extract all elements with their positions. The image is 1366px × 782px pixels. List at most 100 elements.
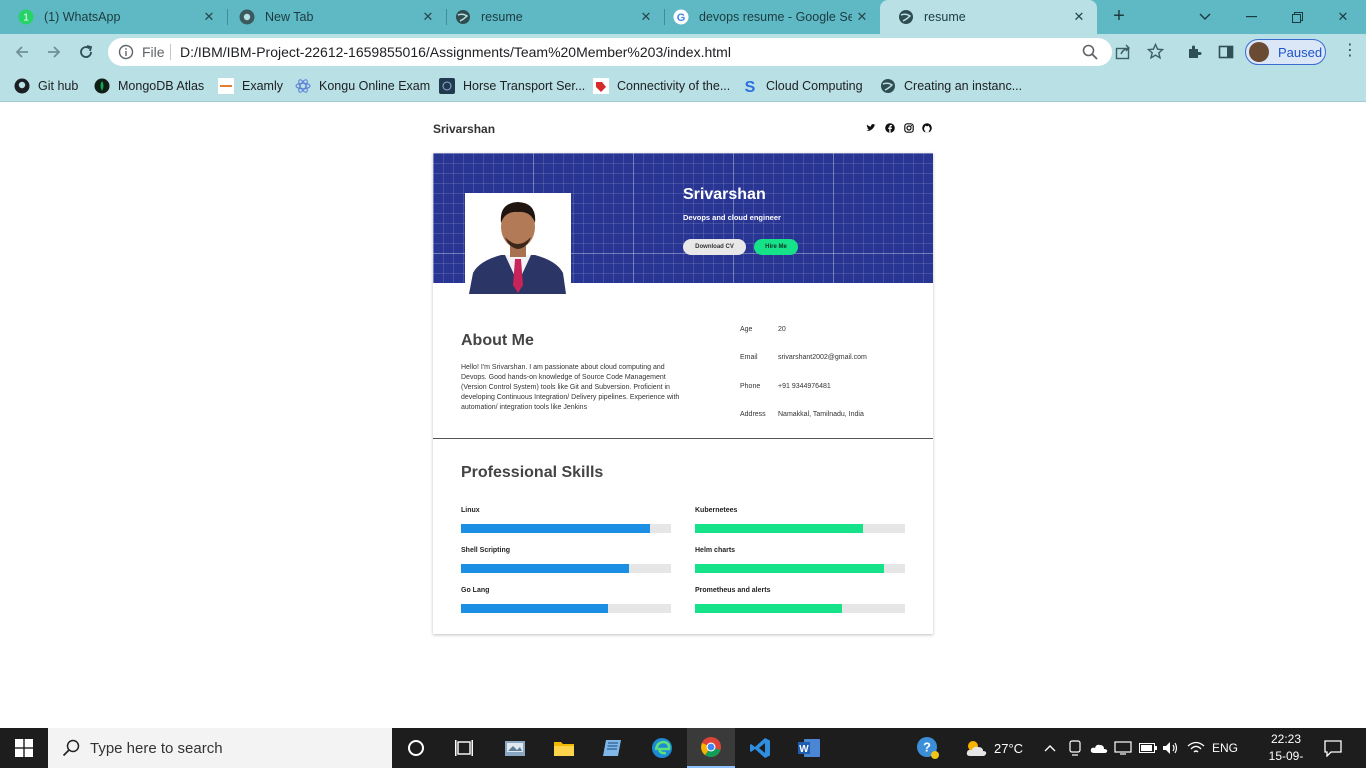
puzzle-icon [593,78,609,94]
facebook-icon[interactable] [885,123,895,133]
zoom-search-icon[interactable] [1082,44,1098,65]
new-tab-button[interactable]: + [1108,6,1130,28]
file-explorer-icon[interactable] [540,728,588,768]
bookmark-kongu[interactable]: Kongu Online Exam [295,77,430,95]
profile-status: Paused [1278,44,1323,60]
info-value-phone: +91 9344976481 [778,383,831,390]
help-icon[interactable]: ? [916,728,940,768]
skill-bar-fill [461,524,650,533]
reload-button[interactable] [72,38,100,66]
react-icon [295,78,311,94]
site-name[interactable]: Srivarshan [433,122,495,136]
github-icon [14,78,30,94]
close-window-button[interactable]: ✕ [1320,0,1366,34]
bookmark-github[interactable]: Git hub [14,77,78,95]
twitter-icon[interactable] [866,123,876,133]
chrome-taskbar-icon[interactable] [687,728,735,768]
task-view-icon[interactable] [440,728,488,768]
bookmark-label: Horse Transport Ser... [463,79,586,93]
restore-button[interactable] [1274,0,1320,34]
bookmarks-bar: Git hub MongoDB Atlas Examly Kongu Onlin… [0,70,1366,102]
meet-now-icon[interactable] [1068,728,1082,768]
weather-widget[interactable]: 27°C [964,728,1023,768]
info-label-address: Address [740,411,766,418]
volume-icon[interactable] [1162,728,1180,768]
vscode-icon[interactable] [736,728,784,768]
wifi-icon[interactable] [1187,728,1205,768]
language-indicator[interactable]: ENG [1212,728,1238,768]
tab-resume[interactable]: resume ✕ [437,0,664,34]
skill-label: Helm charts [695,547,736,554]
display-icon[interactable] [1114,728,1132,768]
svg-text:S: S [745,79,756,94]
bookmark-examly[interactable]: Examly [218,77,283,95]
info-value-email: srivarshant2002@gmail.com [778,354,867,361]
tab-whatsapp[interactable]: 1 (1) WhatsApp ✕ [0,0,227,34]
tab-search-icon[interactable] [1182,0,1228,34]
bookmark-connectivity[interactable]: Connectivity of the... [593,77,730,95]
share-icon[interactable] [1115,44,1131,65]
address-bar[interactable]: File D:/IBM/IBM-Project-22612-1659855016… [108,38,1112,66]
skill-bar [695,604,905,613]
resume-card: Srivarshan Devops and cloud engineer Dow… [433,153,933,634]
download-cv-button[interactable]: Download CV [683,239,746,255]
google-icon: G [673,9,689,25]
bookmark-mongodb[interactable]: MongoDB Atlas [94,77,204,95]
start-button[interactable] [0,728,48,768]
edge-icon[interactable] [638,728,686,768]
menu-icon[interactable]: ⋮ [1342,43,1358,59]
bookmark-star-icon[interactable] [1146,42,1165,65]
side-panel-icon[interactable] [1218,44,1234,65]
skill-label: Shell Scripting [461,547,511,554]
close-tab-icon[interactable]: ✕ [636,9,656,25]
tab-new-tab[interactable]: New Tab ✕ [221,0,446,34]
tab-title: (1) WhatsApp [44,10,121,24]
chrome-icon [239,9,255,25]
whatsapp-icon: 1 [18,9,34,25]
tab-google-search[interactable]: G devops resume - Google Sea ✕ [655,0,880,34]
notifications-icon[interactable] [1324,728,1342,768]
close-tab-icon[interactable]: ✕ [1069,9,1089,25]
close-tab-icon[interactable]: ✕ [199,9,219,25]
tray-chevron-icon[interactable] [1044,728,1056,768]
tab-resume-active[interactable]: resume ✕ [880,0,1097,34]
web-page: Srivarshan Srivarshan Devops and cloud e… [0,103,1366,728]
notes-app-icon[interactable] [588,728,636,768]
photos-app-icon[interactable] [491,728,539,768]
skills-heading: Professional Skills [461,464,604,481]
cortana-icon[interactable] [392,728,440,768]
bookmark-label: Cloud Computing [766,79,863,93]
info-icon[interactable] [118,44,134,65]
url-text[interactable]: D:/IBM/IBM-Project-22612-1659855016/Assi… [180,44,731,60]
about-text: Hello! I'm Srivarshan. I am passionate a… [461,364,680,411]
weather-cloud-icon [964,739,988,757]
instagram-icon[interactable] [904,123,914,133]
examly-icon [218,78,234,94]
bookmark-creating-instance[interactable]: Creating an instanc... [880,77,1022,95]
tab-title: resume [924,10,966,24]
clock-time: 22:23 [1270,732,1302,746]
taskbar-search[interactable]: Type here to search [48,728,392,768]
about-heading: About Me [461,332,534,349]
github-icon[interactable] [922,123,932,133]
battery-icon[interactable] [1139,728,1157,768]
extensions-icon[interactable] [1186,44,1202,65]
onedrive-icon[interactable] [1090,728,1108,768]
profile-photo [465,193,571,294]
skill-bar [695,524,905,533]
skill-bar-fill [461,564,629,573]
info-label-email: Email [740,354,758,361]
hire-me-button[interactable]: Hire Me [754,239,798,255]
profile-button[interactable]: Paused [1245,39,1326,65]
system-clock[interactable]: 22:23 15-09-2022 [1256,731,1316,782]
skill-bar-fill [695,564,884,573]
back-button[interactable] [8,38,36,66]
minimize-button[interactable] [1228,0,1274,34]
close-tab-icon[interactable]: ✕ [418,9,438,25]
bookmark-horse-transport[interactable]: Horse Transport Ser... [439,77,585,95]
word-icon[interactable]: W [785,728,833,768]
globe-icon [880,78,896,94]
forward-button[interactable] [40,38,68,66]
bookmark-cloud-computing[interactable]: S Cloud Computing [742,77,863,95]
close-tab-icon[interactable]: ✕ [852,9,872,25]
